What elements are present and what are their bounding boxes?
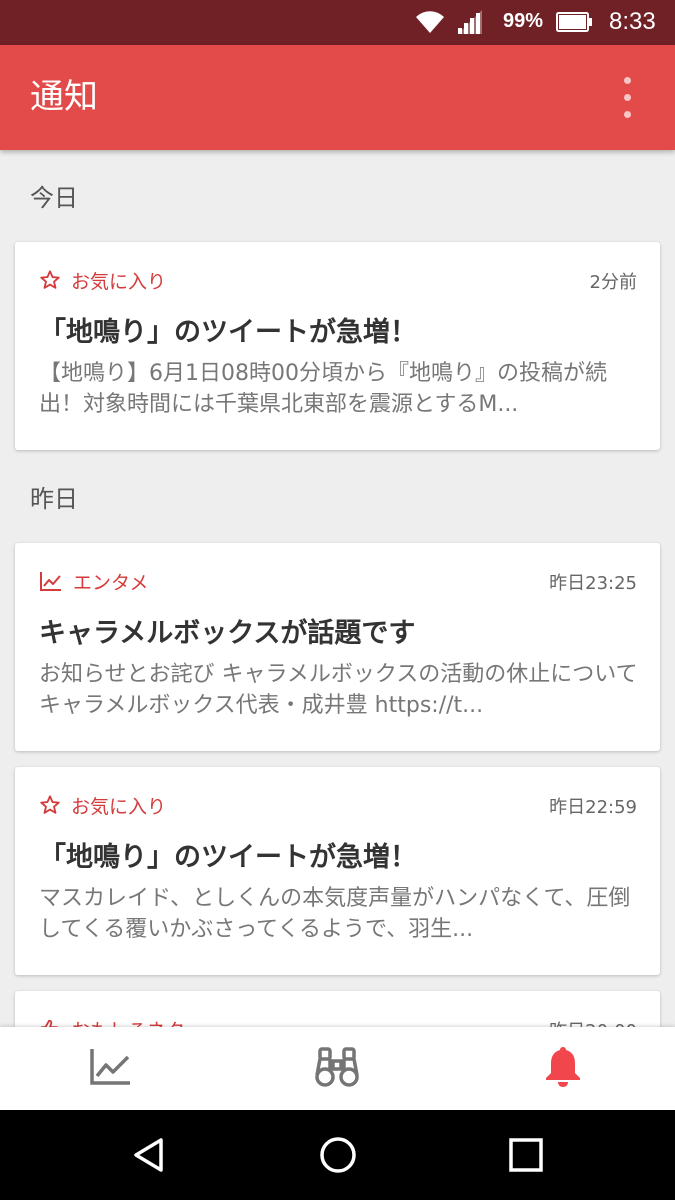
clock: 8:33: [609, 8, 656, 35]
binoculars-icon: [315, 1047, 359, 1087]
bottom-navigation: [0, 1027, 675, 1110]
status-bar: 99% 8:33: [0, 0, 675, 45]
card-title: キャラメルボックスが話題です: [39, 618, 416, 649]
back-icon[interactable]: [130, 1135, 170, 1175]
notification-card[interactable]: お気に入り 昨日22:59 「地鳴り」のツイートが急増！ マスカレイド、としくん…: [15, 767, 660, 975]
home-icon[interactable]: [318, 1135, 358, 1175]
card-body: 【地鳴り】6月1日08時00分頃から『地鳴り』の投稿が続出！対象時間には千葉県北…: [39, 361, 607, 417]
notification-card[interactable]: おもしろネタ 昨日20:00: [15, 991, 660, 1027]
nav-notifications-button[interactable]: [540, 1045, 590, 1091]
card-category: エンタメ: [39, 567, 148, 595]
card-category: お気に入り: [39, 266, 166, 294]
card-body: マスカレイド、としくんの本気度声量がハンパなくて、圧倒してくる覆いかぶさってくる…: [39, 886, 631, 942]
card-timestamp: 昨日20:00: [549, 1017, 637, 1027]
card-category-label: エンタメ: [73, 571, 149, 594]
card-category: お気に入り: [39, 791, 166, 819]
card-category: おもしろネタ: [39, 1015, 185, 1027]
trending-chart-icon: [90, 1049, 130, 1085]
page-title: 通知: [30, 77, 98, 117]
thumbs-up-icon: [40, 1019, 59, 1027]
wifi-icon: [416, 11, 444, 33]
card-body: お知らせとお詫び キャラメルボックスの活動の休止について キャラメルボックス代表…: [39, 662, 638, 718]
overflow-menu-button[interactable]: [617, 75, 637, 121]
notification-card[interactable]: エンタメ 昨日23:25 キャラメルボックスが話題です お知らせとお詫び キャラ…: [15, 543, 660, 751]
card-category-label: お気に入り: [71, 270, 167, 293]
nav-trends-button[interactable]: [88, 1045, 138, 1091]
card-timestamp: 昨日23:25: [549, 573, 637, 594]
card-timestamp: 昨日22:59: [549, 797, 637, 818]
card-timestamp: 2分前: [589, 272, 637, 293]
app-bar: 通知: [0, 45, 675, 150]
section-header-yesterday: 昨日: [30, 485, 78, 513]
nav-explore-button[interactable]: [314, 1045, 364, 1091]
signal-icon: [458, 10, 482, 34]
bell-icon: [546, 1047, 580, 1087]
card-title: 「地鳴り」のツイートが急増！: [39, 317, 417, 348]
star-icon: [40, 795, 60, 814]
recents-icon[interactable]: [506, 1135, 546, 1175]
card-title: 「地鳴り」のツイートが急増！: [39, 842, 417, 873]
card-category-label: おもしろネタ: [71, 1016, 185, 1028]
notification-list[interactable]: 今日 お気に入り 2分前 「地鳴り」のツイートが急増！ 【地鳴り】6月1日08時…: [0, 150, 675, 1027]
trending-icon: [40, 572, 61, 591]
notification-card[interactable]: お気に入り 2分前 「地鳴り」のツイートが急増！ 【地鳴り】6月1日08時00分…: [15, 242, 660, 450]
section-header-today: 今日: [30, 184, 78, 212]
battery-icon: [556, 12, 592, 32]
battery-percent: 99%: [503, 10, 544, 32]
system-navigation-bar: [0, 1110, 675, 1200]
overflow-menu-icon: [624, 77, 631, 84]
star-icon: [40, 270, 60, 289]
card-category-label: お気に入り: [71, 795, 167, 818]
